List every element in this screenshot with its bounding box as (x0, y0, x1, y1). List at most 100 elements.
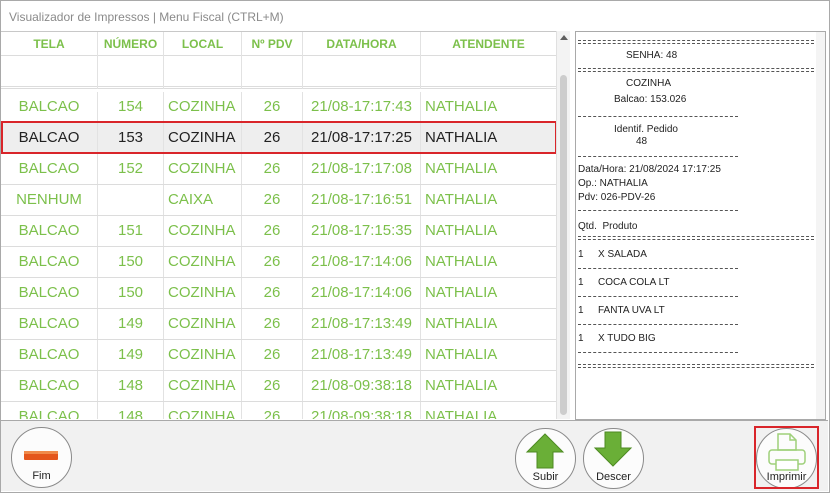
column-header-numero[interactable]: NÚMERO (98, 32, 164, 56)
cell-local: COZINHA (164, 154, 242, 184)
receipt-item-qty: 1 (578, 333, 584, 344)
receipt-local: COZINHA (626, 78, 671, 89)
receipt-separator (578, 40, 814, 44)
receipt-separator (578, 268, 738, 269)
receipt-identif-value: 48 (636, 136, 648, 147)
prints-grid[interactable]: TELA NÚMERO LOCAL Nº PDV DATA/HORA ATEND… (1, 31, 570, 419)
cell-tela: BALCAO (1, 216, 98, 246)
cell-datahora: 21/08-17:17:43 (303, 92, 421, 122)
receipt-separator (578, 68, 814, 72)
cell-tela: BALCAO (1, 278, 98, 308)
receipt-item-name: X SALADA (598, 249, 647, 260)
cell-numero: 150 (98, 247, 164, 277)
cell-tela: BALCAO (1, 247, 98, 277)
cell-pdv: 26 (242, 216, 303, 246)
cell-local: COZINHA (164, 309, 242, 339)
column-header-atendente[interactable]: ATENDENTE (421, 32, 557, 56)
grid-filter-row (1, 56, 557, 89)
cell-tela: BALCAO (1, 92, 98, 122)
grid-header: TELA NÚMERO LOCAL Nº PDV DATA/HORA ATEND… (1, 32, 557, 56)
cell-datahora: 21/08-17:13:49 (303, 309, 421, 339)
cell-local: COZINHA (164, 247, 242, 277)
table-row[interactable]: BALCAO 154 COZINHA 26 21/08-17:17:43 NATHALIA (1, 92, 557, 123)
receipt-operador: Op.: NATHALIA (578, 178, 648, 189)
cell-pdv: 26 (242, 340, 303, 370)
bottom-toolbar (1, 420, 828, 491)
column-header-tela[interactable]: TELA (1, 32, 98, 56)
descer-button[interactable]: Descer (583, 428, 644, 489)
scroll-up-arrow-icon[interactable] (560, 35, 568, 40)
table-row[interactable]: BALCAO 152 COZINHA 26 21/08-17:17:08 NATHALIA (1, 154, 557, 185)
cell-tela: BALCAO (1, 371, 98, 401)
grid-vertical-scrollbar[interactable] (556, 31, 570, 419)
cell-pdv: 26 (242, 402, 303, 419)
fim-button[interactable]: Fim (11, 427, 72, 488)
cell-pdv: 26 (242, 309, 303, 339)
receipt-separator (578, 364, 814, 368)
cell-tela: BALCAO (1, 154, 98, 184)
table-row[interactable]: NENHUM CAIXA 26 21/08-17:16:51 NATHALIA (1, 185, 557, 216)
cell-datahora: 21/08-17:17:08 (303, 154, 421, 184)
subir-button[interactable]: Subir (515, 428, 576, 489)
receipt-pdv: Pdv: 026-PDV-26 (578, 192, 656, 203)
cell-atendente: NATHALIA (421, 340, 557, 370)
window-title: Visualizador de Impressos | Menu Fiscal … (1, 1, 829, 32)
receipt-separator (578, 156, 738, 157)
cell-local: COZINHA (164, 216, 242, 246)
column-header-local[interactable]: LOCAL (164, 32, 242, 56)
receipt-items-header: Qtd. Produto (578, 221, 638, 232)
cell-local: CAIXA (164, 185, 242, 215)
receipt-senha: SENHA: 48 (626, 50, 678, 61)
cell-local: COZINHA (164, 92, 242, 122)
cell-numero: 152 (98, 154, 164, 184)
cell-tela: BALCAO (1, 309, 98, 339)
cell-datahora: 21/08-17:16:51 (303, 185, 421, 215)
receipt-identif-label: Identif. Pedido (614, 124, 678, 135)
receipt-item-name: FANTA UVA LT (598, 305, 665, 316)
receipt-scrollbar[interactable] (816, 32, 825, 419)
table-row[interactable]: BALCAO 149 COZINHA 26 21/08-17:13:49 NATHALIA (1, 340, 557, 371)
receipt-separator (578, 352, 738, 353)
table-row[interactable]: BALCAO 150 COZINHA 26 21/08-17:14:06 NATHALIA (1, 278, 557, 309)
cell-tela: BALCAO (1, 340, 98, 370)
cell-atendente: NATHALIA (421, 371, 557, 401)
cell-atendente: NATHALIA (421, 247, 557, 277)
cell-pdv: 26 (242, 185, 303, 215)
receipt-preview: SENHA: 48 COZINHA Balcao: 153.026 Identi… (575, 31, 826, 420)
table-row[interactable]: BALCAO 148 COZINHA 26 21/08-09:38:18 NATHALIA (1, 402, 557, 419)
cell-datahora: 21/08-17:14:06 (303, 278, 421, 308)
column-header-pdv[interactable]: Nº PDV (242, 32, 303, 56)
cell-datahora: 21/08-09:38:18 (303, 402, 421, 419)
receipt-item-qty: 1 (578, 277, 584, 288)
cell-atendente: NATHALIA (421, 402, 557, 419)
fim-label: Fim (32, 470, 51, 482)
cell-atendente: NATHALIA (421, 216, 557, 246)
cell-atendente: NATHALIA (421, 154, 557, 184)
cell-local: COZINHA (164, 402, 242, 419)
selected-row-highlight (1, 121, 557, 154)
cell-numero: 154 (98, 92, 164, 122)
cell-pdv: 26 (242, 371, 303, 401)
table-row[interactable]: BALCAO 150 COZINHA 26 21/08-17:14:06 NATHALIA (1, 247, 557, 278)
table-row[interactable]: BALCAO 151 COZINHA 26 21/08-17:15:35 NATHALIA (1, 216, 557, 247)
column-header-datahora[interactable]: DATA/HORA (303, 32, 421, 56)
receipt-balcao: Balcao: 153.026 (614, 94, 687, 105)
receipt-item-name: COCA COLA LT (598, 277, 670, 288)
cell-atendente: NATHALIA (421, 92, 557, 122)
scroll-thumb[interactable] (560, 75, 567, 415)
imprimir-highlight (754, 426, 819, 489)
receipt-separator (578, 296, 738, 297)
cell-pdv: 26 (242, 247, 303, 277)
cell-datahora: 21/08-17:14:06 (303, 247, 421, 277)
cell-numero: 151 (98, 216, 164, 246)
table-row[interactable]: BALCAO 148 COZINHA 26 21/08-09:38:18 NATHALIA (1, 371, 557, 402)
cell-datahora: 21/08-17:13:49 (303, 340, 421, 370)
table-row[interactable]: BALCAO 149 COZINHA 26 21/08-17:13:49 NATHALIA (1, 309, 557, 340)
cell-numero: 148 (98, 371, 164, 401)
cell-numero: 148 (98, 402, 164, 419)
descer-label: Descer (596, 471, 631, 483)
cell-atendente: NATHALIA (421, 185, 557, 215)
cell-tela: BALCAO (1, 402, 98, 419)
cell-datahora: 21/08-09:38:18 (303, 371, 421, 401)
cell-pdv: 26 (242, 278, 303, 308)
